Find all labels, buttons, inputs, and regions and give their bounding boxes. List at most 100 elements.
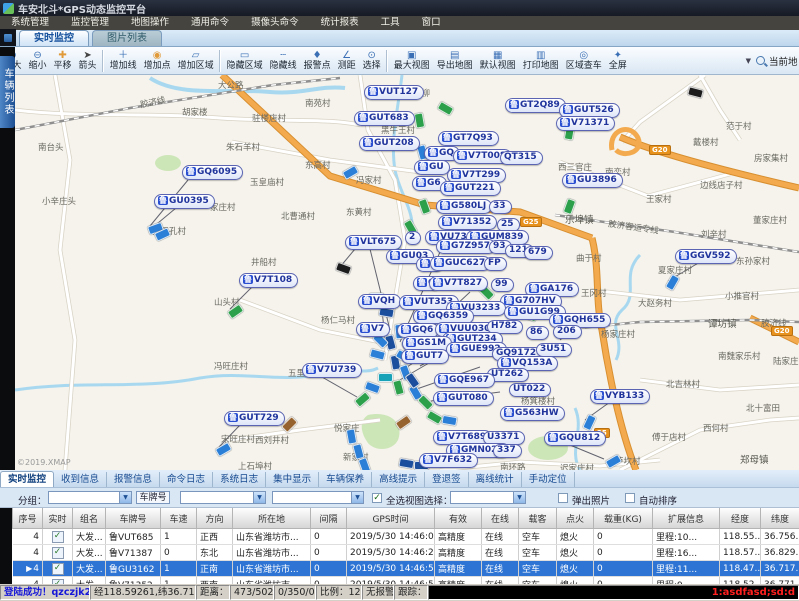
bottom-tab-车辆保养[interactable]: 车辆保养	[319, 472, 372, 487]
menu-item-7[interactable]: 窗口	[411, 16, 452, 30]
vehicle-plate-label[interactable]: 鲁GT7Q93	[438, 131, 499, 146]
realtime-checkbox[interactable]: ✓	[52, 547, 64, 559]
vehicle-plate-label[interactable]: 鲁GU3896	[562, 173, 623, 188]
bottom-tab-手动定位[interactable]: 手动定位	[522, 472, 575, 487]
map-canvas[interactable]: ©2019.XMAP 大公路胡家楼南苑村驻楼店村朱石羊村东高村玉皇庙村北曹通村南…	[15, 75, 799, 470]
vehicle-plate-label[interactable]: 鲁VYB133	[590, 389, 650, 404]
vehicle-plate-label[interactable]: 鲁GUT7	[401, 349, 449, 364]
vehicle-list-tab[interactable]: 车辆列表	[0, 56, 15, 128]
toolbar-button-缩小[interactable]: ⊖缩小	[25, 48, 50, 74]
column-header-车速[interactable]: 车速	[161, 508, 197, 529]
column-header-纬度[interactable]: 纬度	[761, 508, 799, 529]
column-header-GPS时间[interactable]: GPS时间	[347, 508, 435, 529]
vehicle-plate-label[interactable]: 206	[553, 325, 582, 339]
select-all-checkbox[interactable]: ✓	[372, 493, 382, 503]
vehicle-plate-label[interactable]: 鲁GUT221	[440, 181, 501, 196]
vehicle-plate-label[interactable]: 鲁V7F632	[419, 453, 478, 468]
group-select[interactable]: ▼	[48, 491, 132, 504]
plate-select-2[interactable]: ▼	[272, 491, 364, 504]
vehicle-plate-label[interactable]: 鲁GUT729	[224, 411, 285, 426]
toolbar-button-最大视图[interactable]: ▣最大视图	[390, 48, 433, 74]
toolbar-button-打印地图[interactable]: ▥打印地图	[519, 48, 562, 74]
bottom-tab-命令日志[interactable]: 命令日志	[160, 472, 213, 487]
vehicle-plate-label[interactable]: 鲁V71371	[556, 116, 615, 131]
bottom-tab-收到信息[interactable]: 收到信息	[54, 472, 107, 487]
chevron-down-icon[interactable]: ▼	[746, 57, 751, 65]
column-header-所在地[interactable]: 所在地	[233, 508, 311, 529]
vehicle-plate-label[interactable]: QT315	[500, 151, 543, 165]
chevron-down-icon[interactable]: ▼	[253, 492, 265, 503]
toolbar-button-选择[interactable]: ⊙选择	[359, 48, 384, 74]
vehicle-plate-label[interactable]: 鲁V7	[356, 322, 390, 337]
column-header-实时[interactable]: 实时	[43, 508, 73, 529]
column-header-组名[interactable]: 组名	[73, 508, 106, 529]
toolbar-button-导出地图[interactable]: ▤导出地图	[433, 48, 476, 74]
column-header-载客[interactable]: 载客	[519, 508, 557, 529]
table-row[interactable]: 4✓大发...鲁V713870东北山东省潍坊市...02019/5/30 14:…	[13, 545, 799, 561]
column-header-序号[interactable]: 序号	[13, 508, 43, 529]
search-icon[interactable]	[756, 56, 765, 65]
vehicle-plate-label[interactable]: 86	[526, 326, 549, 340]
toolbar-button-增加线[interactable]: ＋增加线	[106, 48, 140, 74]
chevron-down-icon[interactable]: ▼	[119, 492, 131, 503]
bottom-tab-系统日志[interactable]: 系统日志	[213, 472, 266, 487]
toolbar-button-报警点[interactable]: ♦报警点	[300, 48, 334, 74]
table-row[interactable]: ▶4✓大发...鲁GU31621正南山东省潍坊市...02019/5/30 14…	[13, 561, 799, 577]
toolbar-button-箭头[interactable]: ➤箭头	[75, 48, 100, 74]
menu-item-3[interactable]: 通用命令	[180, 16, 240, 30]
column-header-在线[interactable]: 在线	[482, 508, 519, 529]
bottom-tab-集中显示[interactable]: 集中显示	[266, 472, 319, 487]
vehicle-plate-label[interactable]: 鲁G7Z957	[436, 239, 496, 254]
column-header-方向[interactable]: 方向	[197, 508, 233, 529]
chevron-down-icon[interactable]: ▼	[351, 492, 363, 503]
vehicle-plate-label[interactable]: 鲁V71352	[438, 215, 497, 230]
toolbar-button-默认视图[interactable]: ▦默认视图	[476, 48, 519, 74]
chevron-down-icon[interactable]: ▼	[513, 492, 525, 503]
vehicle-icon[interactable]	[378, 373, 393, 382]
vehicle-plate-label[interactable]: 鲁V7T108	[239, 273, 298, 288]
bottom-tab-登退签[interactable]: 登退签	[425, 472, 469, 487]
table-header-row[interactable]: 序号实时组名车牌号车速方向所在地间隔GPS时间有效在线载客点火载重(KG)扩展信…	[13, 508, 799, 529]
column-header-扩展信息[interactable]: 扩展信息	[653, 508, 720, 529]
vehicle-plate-label[interactable]: 鲁GUT208	[359, 136, 420, 151]
vehicle-plate-label[interactable]: 鲁VLT675	[345, 235, 402, 250]
menu-item-6[interactable]: 工具	[370, 16, 411, 30]
vehicle-plate-label[interactable]: 鲁V7T827	[429, 276, 488, 291]
vehicle-plate-label[interactable]: 鲁G563HW	[500, 406, 565, 421]
realtime-checkbox[interactable]: ✓	[52, 563, 64, 575]
menu-item-0[interactable]: 系统管理	[0, 16, 60, 30]
toolbar-button-平移[interactable]: ✚平移	[50, 48, 75, 74]
menu-item-2[interactable]: 地图操作	[120, 16, 180, 30]
vehicle-plate-label[interactable]: UT022	[509, 383, 551, 397]
popup-photo-checkbox[interactable]	[558, 493, 568, 503]
vehicle-plate-label[interactable]: 679	[524, 246, 553, 260]
vehicle-plate-label[interactable]: 鲁VUT127	[364, 85, 424, 100]
vehicle-plate-label[interactable]: 鲁GUT683	[354, 111, 415, 126]
vehicle-plate-label[interactable]: 鲁GUC627	[430, 256, 491, 271]
menu-item-5[interactable]: 统计报表	[310, 16, 370, 30]
toolbar-button-增加点[interactable]: ◉增加点	[140, 48, 174, 74]
vehicle-plate-label[interactable]: 鲁GUT080	[433, 391, 494, 406]
toolbar-button-隐藏区域[interactable]: ▭隐藏区域	[223, 48, 266, 74]
view-select[interactable]: ▼	[450, 491, 526, 504]
toolbar-button-隐藏线[interactable]: ┄隐藏线	[266, 48, 300, 74]
vehicle-plate-label[interactable]: 鲁GU	[414, 160, 450, 175]
column-header-经度[interactable]: 经度	[720, 508, 761, 529]
column-header-点火[interactable]: 点火	[557, 508, 594, 529]
vehicle-plate-label[interactable]: 2	[405, 231, 421, 245]
vehicle-plate-label[interactable]: 鲁V7U739	[302, 363, 362, 378]
bottom-tab-高线提示[interactable]: 高线提示	[372, 472, 425, 487]
toolbar-button-区域查车[interactable]: ◎区域查车	[562, 48, 605, 74]
vehicle-plate-label[interactable]: 99	[491, 278, 514, 292]
vehicle-plate-label[interactable]: 鲁GT2Q89	[505, 98, 566, 113]
vehicle-plate-label[interactable]: 鲁VQH	[358, 294, 401, 309]
menu-item-1[interactable]: 监控管理	[60, 16, 120, 30]
plate-select[interactable]: ▼	[180, 491, 266, 504]
toolbar-button-测距[interactable]: ∠测距	[334, 48, 359, 74]
column-header-间隔[interactable]: 间隔	[311, 508, 347, 529]
bottom-tab-离线统计[interactable]: 离线统计	[469, 472, 522, 487]
bottom-tab-实时监控[interactable]: 实时监控	[0, 471, 54, 487]
tab-实时监控[interactable]: 实时监控	[19, 30, 89, 46]
vehicle-plate-label[interactable]: 鲁GQ6095	[182, 165, 243, 180]
auto-sort-checkbox[interactable]	[625, 493, 635, 503]
